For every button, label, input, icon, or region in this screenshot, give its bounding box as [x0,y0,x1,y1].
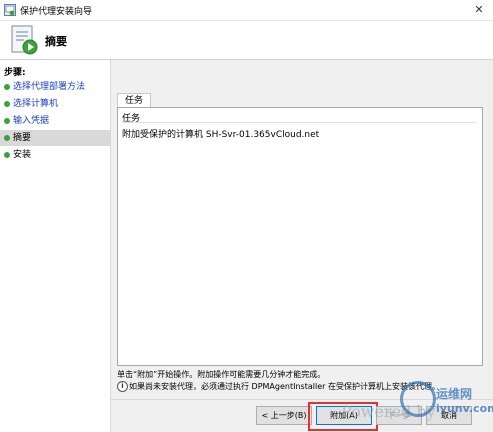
wizard-app-icon [4,4,16,16]
step-pending-icon [4,152,10,158]
watermark-site: iyunv.com [436,402,493,415]
sidebar-item-select-computers[interactable]: 选择计算机 [0,96,110,112]
watermark-logo-icon [400,381,436,417]
sidebar-item-label: 输入凭据 [13,116,50,126]
tab-tasks[interactable]: 任务 [117,93,151,108]
step-done-icon [4,118,10,124]
task-list-panel: 任务 附加受保护的计算机 SH-Svr-01.365vCloud.net [117,107,483,366]
step-done-icon [4,84,10,90]
sidebar-item-label: 摘要 [13,133,32,143]
title-bar: 保护代理安装向导 ✕ [0,0,493,21]
sidebar-item-label: 选择代理部署方法 [13,82,86,92]
step-done-icon [4,101,10,107]
agent-info-text: 如果尚未安装代理，必须通过执行 DPMAgentInstaller 在受保护计算… [129,382,440,391]
close-icon[interactable]: ✕ [470,2,488,18]
sidebar-item-label: 安装 [13,150,32,160]
page-title: 摘要 [45,35,67,48]
sidebar-item-install: 安装 [0,147,110,163]
sidebar-item-label: 选择计算机 [13,99,59,109]
back-button[interactable]: < 上一步(B) [256,406,312,425]
steps-label: 步骤: [4,68,26,78]
list-item[interactable]: 附加受保护的计算机 SH-Svr-01.365vCloud.net [122,127,319,140]
instruction-text: 单击“附加”开始操作。附加操作可能需要几分钟才能完成。 [117,370,326,379]
steps-sidebar: 步骤: 选择代理部署方法 选择计算机 输入凭据 摘要 安装 [0,60,111,432]
window-title: 保护代理安装向导 [20,7,93,17]
info-icon: i [117,381,128,392]
sidebar-item-deploy-method[interactable]: 选择代理部署方法 [0,79,110,95]
sidebar-item-credentials[interactable]: 输入凭据 [0,113,110,129]
header-divider [122,122,476,123]
summary-page-icon [11,25,38,55]
watermark-brand: 运维网 [436,387,473,401]
sidebar-item-summary: 摘要 [0,130,110,146]
wizard-header: 摘要 [0,21,493,60]
step-current-icon [4,135,10,141]
